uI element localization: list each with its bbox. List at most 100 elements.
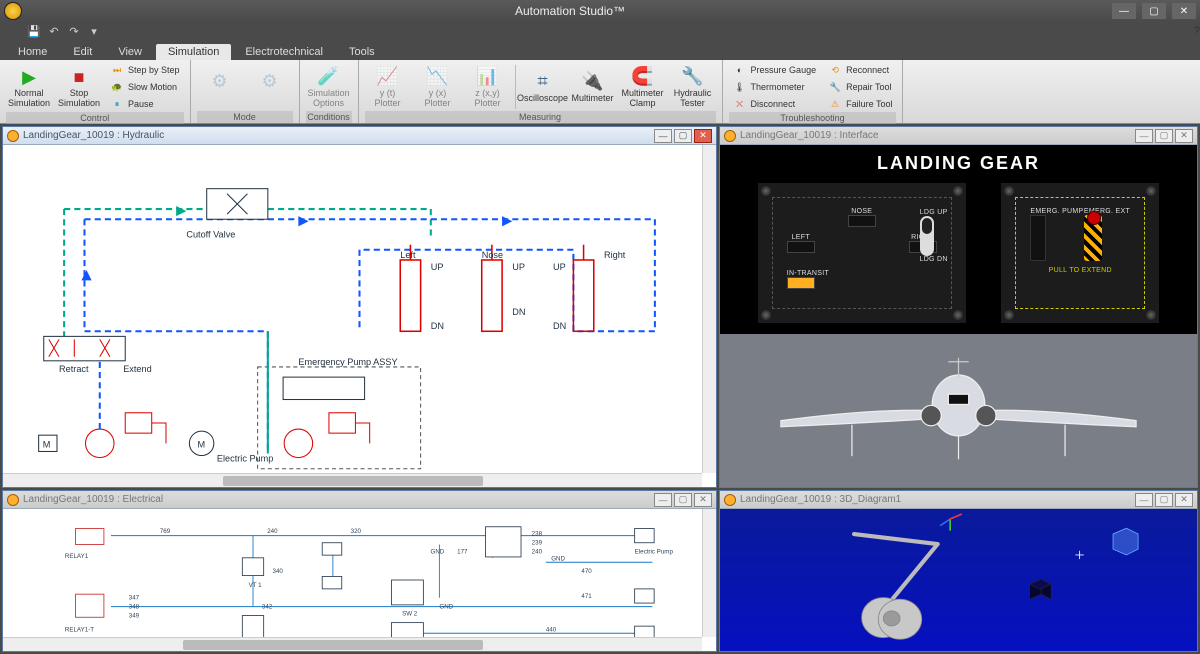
ribbon-group-conditions: 🧪 Simulation Options Conditions: [300, 60, 359, 123]
step-icon: ⏭: [110, 63, 124, 77]
panel-max-button[interactable]: ▢: [1155, 129, 1173, 143]
svg-text:347: 347: [129, 595, 140, 602]
interface-header: LANDING GEAR: [720, 145, 1197, 182]
tab-home[interactable]: Home: [6, 44, 59, 60]
stop-simulation-button[interactable]: ■ Stop Simulation: [56, 63, 102, 111]
yt-plotter-button[interactable]: 📈y (t) Plotter: [365, 63, 411, 111]
qat-dropdown-icon[interactable]: ▾: [86, 24, 102, 38]
disconnect-button[interactable]: ⛌Disconnect: [729, 96, 821, 112]
svg-text:Retract: Retract: [59, 364, 89, 374]
svg-text:GND: GND: [431, 548, 445, 555]
panel-interface-title: LandingGear_10019 : Interface: [740, 130, 878, 141]
panel-electrical: LandingGear_10019 : Electrical — ▢ ✕: [2, 490, 717, 652]
ribbon: ▶ Normal Simulation ■ Stop Simulation ⏭S…: [0, 60, 1200, 124]
panel-min-button[interactable]: —: [1135, 493, 1153, 507]
tab-tools[interactable]: Tools: [337, 44, 387, 60]
pause-button[interactable]: ⏸Pause: [106, 96, 184, 112]
thermometer-button[interactable]: 🌡Thermometer: [729, 79, 821, 95]
minimize-button[interactable]: —: [1112, 3, 1136, 19]
panel-hydraulic-titlebar[interactable]: LandingGear_10019 : Hydraulic — ▢ ✕: [3, 127, 716, 145]
panel-icon: [7, 130, 19, 142]
panel-3d-titlebar[interactable]: LandingGear_10019 : 3D_Diagram1 — ▢ ✕: [720, 491, 1197, 509]
svg-text:320: 320: [351, 528, 362, 535]
scrollbar-h[interactable]: [3, 473, 702, 487]
lamp-nose: [848, 215, 876, 227]
failure-tool-button[interactable]: ⚠Failure Tool: [824, 96, 896, 112]
qat-undo-icon[interactable]: ↶: [46, 24, 62, 38]
panel-close-button[interactable]: ✕: [694, 129, 712, 143]
gear-switch[interactable]: [920, 216, 934, 256]
qat-save-icon[interactable]: 💾: [26, 24, 42, 38]
panel-hydraulic-title: LandingGear_10019 : Hydraulic: [23, 130, 164, 141]
panel-min-button[interactable]: —: [654, 493, 672, 507]
panel-max-button[interactable]: ▢: [674, 129, 692, 143]
svg-text:UP: UP: [512, 262, 525, 272]
maximize-button[interactable]: ▢: [1142, 3, 1166, 19]
qat-redo-icon[interactable]: ↷: [66, 24, 82, 38]
multimeter-button[interactable]: 🔌Multimeter: [570, 68, 616, 106]
normal-simulation-button[interactable]: ▶ Normal Simulation: [6, 63, 52, 111]
svg-text:470: 470: [581, 568, 592, 575]
svg-text:Right: Right: [604, 250, 626, 260]
emerg-pump-switch[interactable]: [1030, 215, 1046, 261]
help-button[interactable]: ?: [1194, 25, 1200, 37]
menu-bar: Home Edit View Simulation Electrotechnic…: [0, 40, 1200, 60]
scrollbar-v[interactable]: [702, 509, 716, 637]
close-button[interactable]: ✕: [1172, 3, 1196, 19]
gauge-icon: ◐: [733, 63, 747, 77]
multimeter-clamp-button[interactable]: 🧲Multimeter Clamp: [620, 63, 666, 111]
play-icon: ▶: [17, 65, 41, 89]
svg-text:VT 1: VT 1: [249, 582, 263, 589]
svg-text:349: 349: [129, 612, 140, 619]
zxy-plotter-button[interactable]: 📊z (x,y) Plotter: [465, 63, 511, 111]
panel-close-button[interactable]: ✕: [694, 493, 712, 507]
tester-icon: 🔧: [681, 65, 705, 89]
interface-canvas[interactable]: LANDING GEAR NOSE LEFT RIGHT IN-TRANSIT: [720, 145, 1197, 487]
tab-simulation[interactable]: Simulation: [156, 44, 231, 60]
ribbon-group-measuring: 📈y (t) Plotter 📉y (x) Plotter 📊z (x,y) P…: [359, 60, 723, 123]
panel-max-button[interactable]: ▢: [674, 493, 692, 507]
reconnect-icon: ⟲: [828, 63, 842, 77]
panel-close-button[interactable]: ✕: [1175, 493, 1193, 507]
chart-icon: 📉: [426, 65, 450, 89]
hydraulic-tester-button[interactable]: 🔧Hydraulic Tester: [670, 63, 716, 111]
svg-text:769: 769: [160, 528, 171, 535]
panel-close-button[interactable]: ✕: [1175, 129, 1193, 143]
panel-interface-titlebar[interactable]: LandingGear_10019 : Interface — ▢ ✕: [720, 127, 1197, 145]
svg-text:240: 240: [532, 548, 543, 555]
svg-text:GND: GND: [551, 555, 565, 562]
panel-min-button[interactable]: —: [654, 129, 672, 143]
oscilloscope-button[interactable]: ⌗Oscilloscope: [520, 68, 566, 106]
sim-options-button[interactable]: 🧪 Simulation Options: [306, 63, 352, 111]
reconnect-button[interactable]: ⟲Reconnect: [824, 62, 896, 78]
app-titlebar: Automation Studio™ — ▢ ✕: [0, 0, 1200, 22]
svg-text:240: 240: [267, 528, 278, 535]
pressure-gauge-button[interactable]: ◐Pressure Gauge: [729, 62, 821, 78]
mode-button-1[interactable]: ⚙: [197, 68, 243, 106]
svg-text:UP: UP: [431, 262, 444, 272]
yx-plotter-button[interactable]: 📉y (x) Plotter: [415, 63, 461, 111]
electrical-canvas[interactable]: RELAY1 RELAY1-T 769 240 VT 1 VT 2 340 34…: [3, 509, 716, 651]
emerg-ext-handle[interactable]: [1084, 215, 1102, 261]
hydraulic-canvas[interactable]: Cutoff Valve Left Nose Right UP UP UP DN…: [3, 145, 716, 487]
step-by-step-button[interactable]: ⏭Step by Step: [106, 62, 184, 78]
panel-max-button[interactable]: ▢: [1155, 493, 1173, 507]
scrollbar-h[interactable]: [3, 637, 702, 651]
svg-text:UP: UP: [553, 262, 566, 272]
tab-view[interactable]: View: [106, 44, 154, 60]
3d-canvas[interactable]: [720, 509, 1197, 651]
panel-interface: LandingGear_10019 : Interface — ▢ ✕ LAND…: [719, 126, 1198, 488]
tab-edit[interactable]: Edit: [61, 44, 104, 60]
app-logo-icon: [4, 2, 22, 20]
panel-min-button[interactable]: —: [1135, 129, 1153, 143]
slow-motion-button[interactable]: 🐢Slow Motion: [106, 79, 184, 95]
mode-icon-2: ⚙: [258, 70, 282, 94]
panel-3d-title: LandingGear_10019 : 3D_Diagram1: [740, 494, 901, 505]
panel-electrical-titlebar[interactable]: LandingGear_10019 : Electrical — ▢ ✕: [3, 491, 716, 509]
scrollbar-v[interactable]: [702, 145, 716, 473]
panel-hydraulic: LandingGear_10019 : Hydraulic — ▢ ✕ Cuto…: [2, 126, 717, 488]
mode-button-2[interactable]: ⚙: [247, 68, 293, 106]
wrench-icon: 🔧: [828, 80, 842, 94]
repair-tool-button[interactable]: 🔧Repair Tool: [824, 79, 896, 95]
tab-electrotechnical[interactable]: Electrotechnical: [233, 44, 335, 60]
